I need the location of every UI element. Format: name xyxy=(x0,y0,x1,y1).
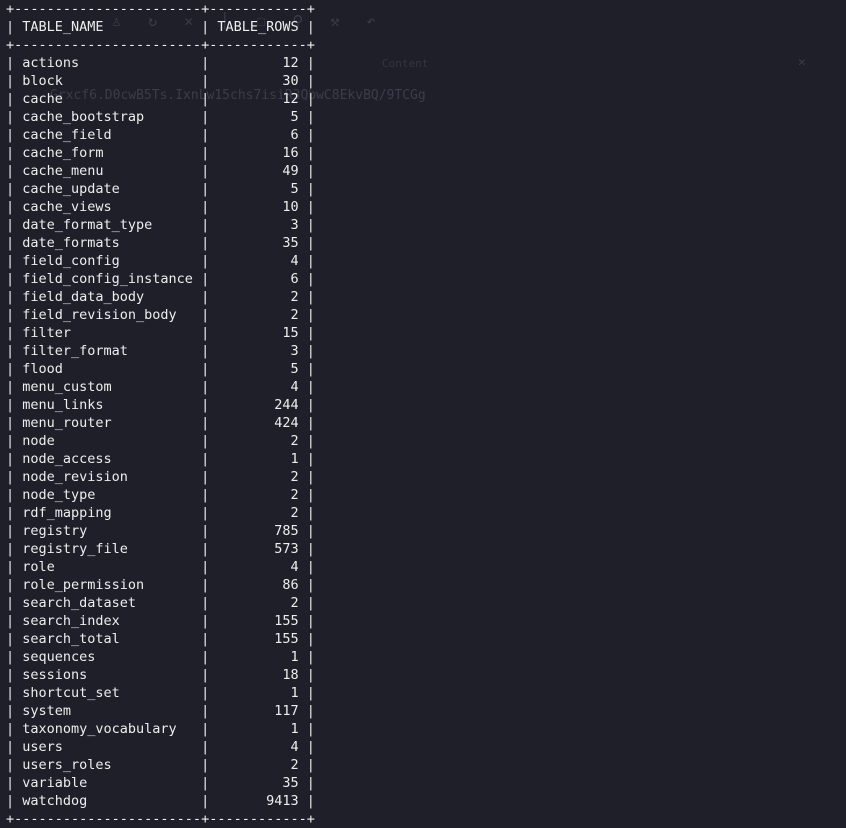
table-row: | search_total | 155 | xyxy=(6,631,315,647)
table-row: | users | 4 | xyxy=(6,739,315,755)
table-row: | search_dataset | 2 | xyxy=(6,595,315,611)
table-row: | role | 4 | xyxy=(6,559,315,575)
table-row: | watchdog | 9413 | xyxy=(6,793,315,809)
table-row: | registry_file | 573 | xyxy=(6,541,315,557)
background-panel-title: Content xyxy=(382,57,429,70)
table-row: | menu_router | 424 | xyxy=(6,415,315,431)
table-row: | cache_menu | 49 | xyxy=(6,163,315,179)
table-row: | cache_form | 16 | xyxy=(6,145,315,161)
table-row: | users_roles | 2 | xyxy=(6,757,315,773)
table-row: | search_index | 155 | xyxy=(6,613,315,629)
table-border-bottom: +-----------------------+------------+ xyxy=(6,811,315,827)
tools-icon: ⚒ xyxy=(330,12,342,30)
table-row: | date_formats | 35 | xyxy=(6,235,315,251)
table-row: | system | 117 | xyxy=(6,703,315,719)
table-row: | registry | 785 | xyxy=(6,523,315,539)
table-row: | menu_links | 244 | xyxy=(6,397,315,413)
table-row: | sessions | 18 | xyxy=(6,667,315,683)
table-row: | actions | 12 | xyxy=(6,55,315,71)
table-row: | taxonomy_vocabulary | 1 | xyxy=(6,721,315,737)
table-row: | block | 30 | xyxy=(6,73,315,89)
table-row: | cache | 12 | xyxy=(6,91,315,107)
table-row: | field_config | 4 | xyxy=(6,253,315,269)
table-row: | field_data_body | 2 | xyxy=(6,289,315,305)
table-row: | filter_format | 3 | xyxy=(6,343,315,359)
table-row: | field_config_instance | 6 | xyxy=(6,271,315,287)
table-row: | date_format_type | 3 | xyxy=(6,217,315,233)
table-row: | cache_update | 5 | xyxy=(6,181,315,197)
background-close-icon: ✕ xyxy=(798,55,806,70)
table-row: | shortcut_set | 1 | xyxy=(6,685,315,701)
table-row: | node_revision | 2 | xyxy=(6,469,315,485)
table-row: | sequences | 1 | xyxy=(6,649,315,665)
table-row: | filter | 15 | xyxy=(6,325,315,341)
table-header-row: | TABLE_NAME | TABLE_ROWS | xyxy=(6,19,315,35)
table-row: | node_type | 2 | xyxy=(6,487,315,503)
table-border-header: +-----------------------+------------+ xyxy=(6,37,315,53)
terminal-output: +-----------------------+------------+ | … xyxy=(6,0,315,828)
table-row: | cache_views | 10 | xyxy=(6,199,315,215)
table-row: | node_access | 1 | xyxy=(6,451,315,467)
table-row: | cache_bootstrap | 5 | xyxy=(6,109,315,125)
undo-icon: ↶ xyxy=(366,12,378,30)
table-row: | cache_field | 6 | xyxy=(6,127,315,143)
table-row: | menu_custom | 4 | xyxy=(6,379,315,395)
table-row: | rdf_mapping | 2 | xyxy=(6,505,315,521)
table-row: | node | 2 | xyxy=(6,433,315,449)
table-row: | variable | 35 | xyxy=(6,775,315,791)
table-row: | flood | 5 | xyxy=(6,361,315,377)
table-row: | role_permission | 86 | xyxy=(6,577,315,593)
table-row: | field_revision_body | 2 | xyxy=(6,307,315,323)
table-border-top: +-----------------------+------------+ xyxy=(6,1,315,17)
